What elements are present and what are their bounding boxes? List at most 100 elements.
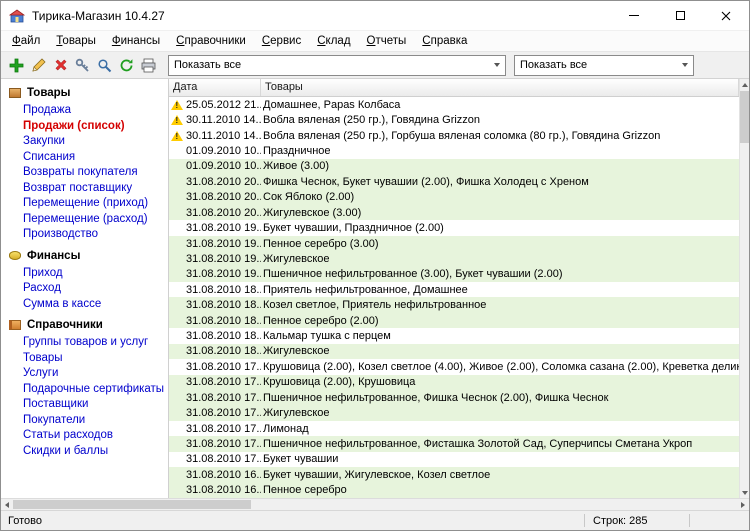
table-row[interactable]: 31.08.2010 17...Крушовица (2.00), Козел …	[169, 359, 739, 374]
date-text: 31.08.2010 20...	[186, 191, 261, 203]
cell-date: 30.11.2010 14...	[169, 114, 261, 126]
filter-combo-primary[interactable]: Показать все	[168, 55, 506, 76]
add-button[interactable]	[6, 55, 27, 76]
sidebar-item[interactable]: Услуги	[9, 366, 168, 382]
menu-item[interactable]: Финансы	[104, 32, 168, 50]
table-row[interactable]: 31.08.2010 17...Жигулевское	[169, 405, 739, 420]
sidebar-item[interactable]: Поставщики	[9, 397, 168, 413]
close-icon	[721, 11, 731, 21]
sidebar-item[interactable]: Перемещение (расход)	[9, 212, 168, 228]
key-icon	[75, 58, 90, 73]
table-row[interactable]: 31.08.2010 19...Букет чувашии, Праздничн…	[169, 220, 739, 235]
warning-spacer	[171, 191, 184, 203]
scroll-down-button[interactable]	[740, 487, 750, 498]
table-row[interactable]: 25.05.2012 21...Домашнее, Papas Колбаса	[169, 97, 739, 112]
table-row[interactable]: 31.08.2010 17...Букет чувашии	[169, 452, 739, 467]
sidebar-item[interactable]: Возвраты покупателя	[9, 165, 168, 181]
menu-item[interactable]: Сервис	[254, 32, 309, 50]
sidebar-item[interactable]: Закупки	[9, 134, 168, 150]
sidebar-item[interactable]: Продажа	[9, 103, 168, 119]
sidebar-item[interactable]: Перемещение (приход)	[9, 196, 168, 212]
table-row[interactable]: 31.08.2010 18...Приятель нефильтрованное…	[169, 282, 739, 297]
table-row[interactable]: 31.08.2010 19...Жигулевское	[169, 251, 739, 266]
menu-item[interactable]: Справочники	[168, 32, 254, 50]
cell-date: 31.08.2010 16...	[169, 469, 261, 481]
sidebar-item[interactable]: Списания	[9, 150, 168, 166]
sidebar-item[interactable]: Скидки и баллы	[9, 444, 168, 460]
sidebar-item[interactable]: Покупатели	[9, 413, 168, 429]
section-title: Товары	[27, 87, 70, 99]
table-row[interactable]: 31.08.2010 17...Пшеничное нефильтрованно…	[169, 390, 739, 405]
sidebar-item[interactable]: Производство	[9, 227, 168, 243]
table-row[interactable]: 31.08.2010 18...Козел светлое, Приятель …	[169, 297, 739, 312]
cell-items: Пшеничное нефильтрованное, Фисташка Золо…	[261, 438, 739, 450]
scroll-right-button[interactable]	[737, 499, 749, 510]
table-row[interactable]: 31.08.2010 17...Пшеничное нефильтрованно…	[169, 436, 739, 451]
menu-item[interactable]: Товары	[48, 32, 104, 50]
key-button[interactable]	[72, 55, 93, 76]
scroll-left-button[interactable]	[1, 499, 13, 510]
minimize-button[interactable]	[611, 1, 657, 30]
cell-items: Пшеничное нефильтрованное, Фишка Чеснок …	[261, 392, 739, 404]
sidebar-item[interactable]: Товары	[9, 351, 168, 367]
filter-combo-secondary[interactable]: Показать все	[514, 55, 694, 76]
sidebar-item[interactable]: Приход	[9, 266, 168, 282]
sidebar-item[interactable]: Возврат поставщику	[9, 181, 168, 197]
table-row[interactable]: 01.09.2010 10...Праздничное	[169, 143, 739, 158]
combo-dropdown-button[interactable]	[676, 56, 693, 75]
filter-combo-value: Показать все	[515, 59, 676, 71]
menu-item[interactable]: Файл	[4, 32, 48, 50]
sidebar-section-header-catalogs[interactable]: Справочники	[9, 319, 168, 331]
table-row[interactable]: 31.08.2010 17...Лимонад	[169, 421, 739, 436]
vertical-scrollbar[interactable]	[739, 79, 749, 498]
combo-dropdown-button[interactable]	[488, 56, 505, 75]
table-row[interactable]: 01.09.2010 10...Живое (3.00)	[169, 159, 739, 174]
refresh-button[interactable]	[116, 55, 137, 76]
sidebar-item[interactable]: Расход	[9, 281, 168, 297]
horizontal-scroll-thumb[interactable]	[13, 500, 251, 509]
table-row[interactable]: 31.08.2010 20...Сок Яблоко (2.00)	[169, 190, 739, 205]
table-row[interactable]: 30.11.2010 14...Вобла вяленая (250 гр.),…	[169, 128, 739, 143]
maximize-button[interactable]	[657, 1, 703, 30]
column-header-date[interactable]: Дата	[169, 79, 261, 96]
column-header-items[interactable]: Товары	[261, 79, 739, 96]
edit-button[interactable]	[28, 55, 49, 76]
close-button[interactable]	[703, 1, 749, 30]
cell-items: Букет чувашии, Жигулевское, Козел светло…	[261, 469, 739, 481]
table-row[interactable]: 31.08.2010 18...Жигулевское	[169, 344, 739, 359]
sidebar-item[interactable]: Подарочные сертификаты	[9, 382, 168, 398]
table-row[interactable]: 31.08.2010 19...Пенное серебро (3.00)	[169, 236, 739, 251]
table-row[interactable]: 30.11.2010 14...Вобла вяленая (250 гр.),…	[169, 112, 739, 127]
warning-spacer	[171, 345, 184, 357]
table-row[interactable]: 31.08.2010 20...Фишка Чеснок, Букет чува…	[169, 174, 739, 189]
date-text: 31.08.2010 17...	[186, 407, 261, 419]
sidebar-item[interactable]: Статьи расходов	[9, 428, 168, 444]
warning-spacer	[171, 330, 184, 342]
table-row[interactable]: 31.08.2010 16...Букет чувашии, Жигулевск…	[169, 467, 739, 482]
date-text: 31.08.2010 19...	[186, 238, 261, 250]
scroll-up-button[interactable]	[740, 79, 750, 90]
menu-item[interactable]: Справка	[414, 32, 475, 50]
table-row[interactable]: 31.08.2010 16...Пенное серебро	[169, 483, 739, 498]
table-row[interactable]: 31.08.2010 18...Пенное серебро (2.00)	[169, 313, 739, 328]
warning-icon	[171, 99, 184, 111]
table-row[interactable]: 31.08.2010 19...Пшеничное нефильтрованно…	[169, 267, 739, 282]
cell-date: 31.08.2010 17...	[169, 423, 261, 435]
sidebar-item[interactable]: Продажи (список)	[9, 119, 168, 135]
search-button[interactable]	[94, 55, 115, 76]
table-row[interactable]: 31.08.2010 20...Жигулевское (3.00)	[169, 205, 739, 220]
sidebar-section-header-goods[interactable]: Товары	[9, 87, 168, 99]
table-row[interactable]: 31.08.2010 18...Кальмар тушка с перцем	[169, 328, 739, 343]
print-button[interactable]	[138, 55, 159, 76]
arrow-down-icon	[742, 491, 748, 495]
menu-item[interactable]: Склад	[309, 32, 358, 50]
delete-button[interactable]	[50, 55, 71, 76]
table-row[interactable]: 31.08.2010 17...Крушовица (2.00), Крушов…	[169, 375, 739, 390]
sidebar-section-header-finance[interactable]: Финансы	[9, 250, 168, 262]
vertical-scroll-thumb[interactable]	[740, 91, 750, 143]
sidebar-item[interactable]: Группы товаров и услуг	[9, 335, 168, 351]
cell-items: Пшеничное нефильтрованное (3.00), Букет …	[261, 268, 739, 280]
menu-item[interactable]: Отчеты	[359, 32, 415, 50]
horizontal-scrollbar[interactable]	[1, 498, 749, 510]
sidebar-item[interactable]: Сумма в кассе	[9, 297, 168, 313]
